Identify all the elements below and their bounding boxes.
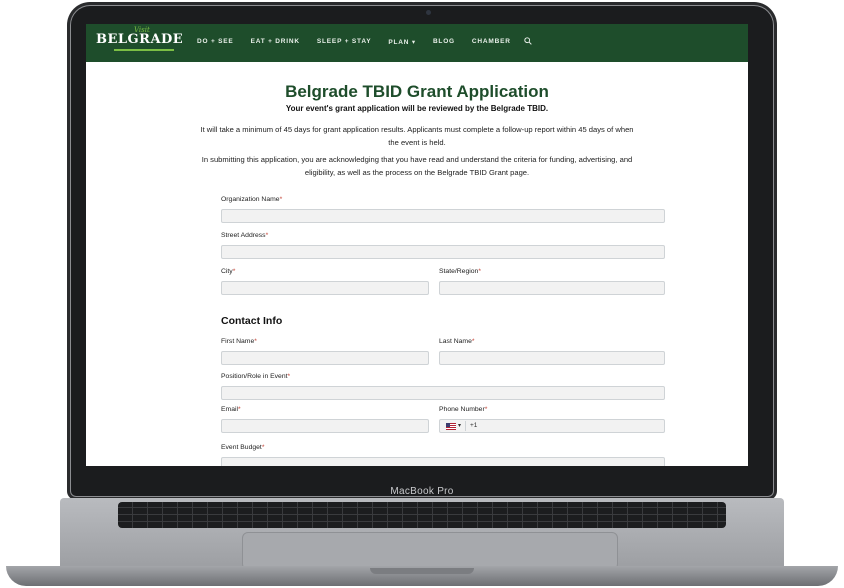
state-region-input[interactable] <box>439 281 665 295</box>
camera-icon <box>426 10 431 15</box>
nav-item-eat-drink[interactable]: EAT + DRINK <box>251 38 300 46</box>
phone-divider <box>465 421 466 431</box>
laptop-trackpad <box>242 532 618 570</box>
phone-country-code: +1 <box>470 422 478 429</box>
first-name-input[interactable] <box>221 351 429 365</box>
nav-item-chamber[interactable]: CHAMBER <box>472 38 511 46</box>
nav-item-blog[interactable]: BLOG <box>433 38 455 46</box>
nav-menu: DO + SEE EAT + DRINK SLEEP + STAY PLAN ▾… <box>197 38 511 46</box>
nav-item-sleep-stay[interactable]: SLEEP + STAY <box>317 38 371 46</box>
organization-name-input[interactable] <box>221 209 665 223</box>
last-name-label: Last Name* <box>439 338 475 345</box>
position-role-input[interactable] <box>221 386 665 400</box>
us-flag-icon[interactable] <box>446 423 456 430</box>
nav-item-plan[interactable]: PLAN ▾ <box>388 38 416 46</box>
laptop-keyboard <box>118 502 726 528</box>
logo-underline <box>114 49 174 51</box>
first-name-label: First Name* <box>221 338 257 345</box>
street-address-input[interactable] <box>221 245 665 259</box>
event-budget-input[interactable] <box>221 457 665 466</box>
state-region-label: State/Region* <box>439 268 481 275</box>
chevron-down-icon[interactable]: ▾ <box>458 422 461 429</box>
email-input[interactable] <box>221 419 429 433</box>
page-subtitle: Your event's grant application will be r… <box>285 104 549 113</box>
page-title: Belgrade TBID Grant Application <box>285 82 549 101</box>
intro-paragraph: It will take a minimum of 45 days for gr… <box>200 125 634 147</box>
nav-item-do-see[interactable]: DO + SEE <box>197 38 234 46</box>
last-name-input[interactable] <box>439 351 665 365</box>
city-label: City* <box>221 268 236 275</box>
acknowledgement-paragraph: In submitting this application, you are … <box>201 155 633 177</box>
phone-number-input[interactable]: ▾ +1 <box>439 419 665 433</box>
browser-screen: Visit BELGRADE DO + SEE EAT + DRINK SLEE… <box>86 24 748 466</box>
search-icon[interactable] <box>524 37 532 45</box>
event-budget-label: Event Budget* <box>221 444 265 451</box>
organization-name-label: Organization Name* <box>221 196 283 203</box>
street-address-label: Street Address* <box>221 232 269 239</box>
email-label: Email* <box>221 406 241 413</box>
phone-number-label: Phone Number* <box>439 406 488 413</box>
site-navbar: Visit BELGRADE DO + SEE EAT + DRINK SLEE… <box>86 24 748 62</box>
city-input[interactable] <box>221 281 429 295</box>
contact-info-heading: Contact Info <box>221 315 283 327</box>
device-brand-label: MacBook Pro <box>390 486 454 497</box>
position-role-label: Position/Role in Event* <box>221 373 291 380</box>
site-logo[interactable]: BELGRADE <box>96 32 183 47</box>
laptop-opening-notch <box>370 568 474 574</box>
